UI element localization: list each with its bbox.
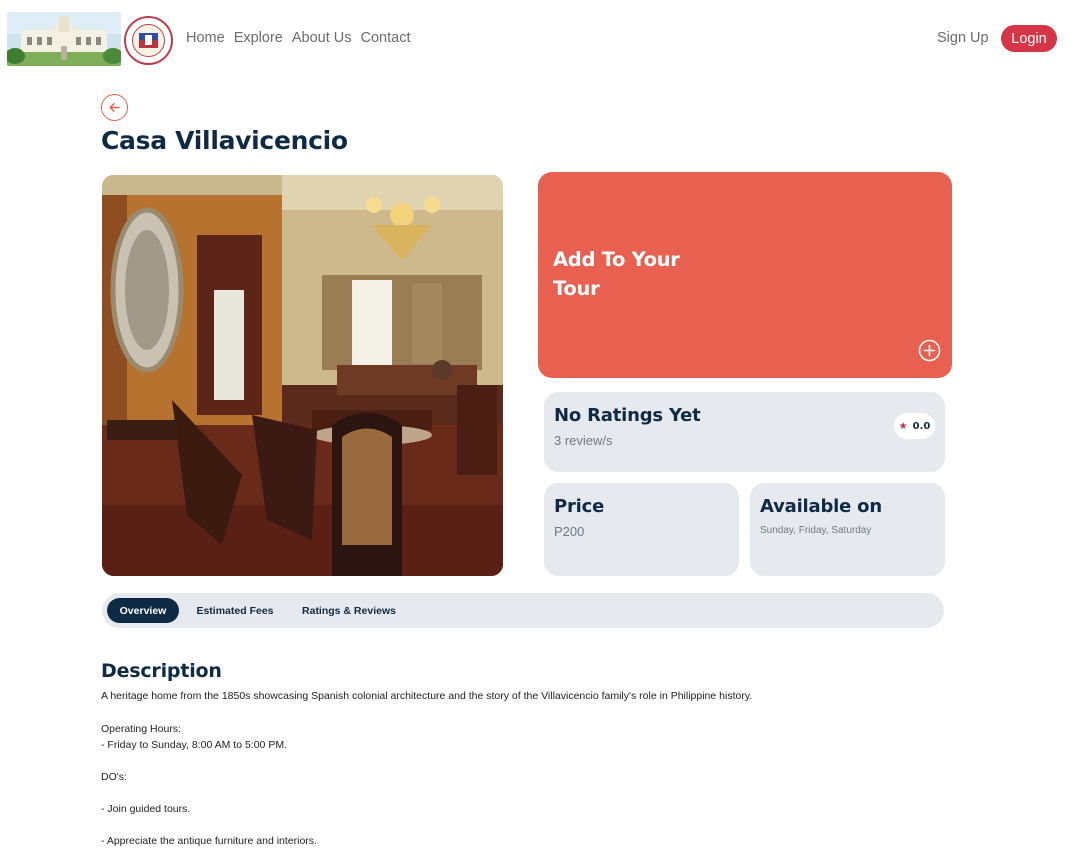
place-photo [102, 175, 503, 576]
navbar: Home Explore About Us Contact Sign Up Lo… [0, 0, 1071, 76]
add-to-tour-card[interactable]: Add To Your Tour [538, 172, 952, 378]
nav-links: Home Explore About Us Contact [186, 30, 420, 46]
nav-home-link[interactable]: Home [186, 30, 225, 46]
add-to-tour-button[interactable] [918, 339, 941, 362]
description-heading: Description [101, 660, 222, 682]
price-card: Price P200 [544, 483, 739, 576]
operating-hours-label: Operating Hours: [101, 723, 181, 735]
tab-estimated-fees[interactable]: Estimated Fees [190, 598, 280, 623]
availability-heading: Available on [760, 496, 882, 517]
back-button[interactable] [101, 94, 128, 121]
do-item: - Join guided tours. [101, 803, 191, 815]
login-button[interactable]: Login [1001, 25, 1057, 52]
do-item: - Appreciate the antique furniture and i… [101, 835, 317, 847]
page-title: Casa Villavicencio [101, 126, 348, 155]
operating-hours-value: - Friday to Sunday, 8:00 AM to 5:00 PM. [101, 739, 287, 751]
tab-ratings-reviews[interactable]: Ratings & Reviews [297, 598, 401, 623]
detail-tabs: Overview Estimated Fees Ratings & Review… [102, 593, 944, 628]
arrow-left-icon [109, 103, 120, 112]
tab-overview[interactable]: Overview [107, 598, 179, 623]
review-count: 3 review/s [554, 433, 613, 448]
nav-contact-link[interactable]: Contact [361, 30, 411, 46]
municipal-seal-logo[interactable] [124, 16, 173, 65]
plus-circle-icon [918, 339, 941, 362]
price-heading: Price [554, 496, 605, 517]
rating-score: 0.0 [912, 420, 931, 432]
availability-days: Sunday, Friday, Saturday [760, 525, 872, 536]
nav-about-link[interactable]: About Us [292, 30, 352, 46]
description-summary: A heritage home from the 1850s showcasin… [101, 690, 753, 702]
nav-explore-link[interactable]: Explore [234, 30, 283, 46]
dos-label: DO's: [101, 771, 127, 783]
signup-link[interactable]: Sign Up [937, 30, 989, 46]
rating-badge: ★ 0.0 [894, 413, 935, 439]
price-value: P200 [554, 524, 585, 539]
star-icon: ★ [898, 420, 908, 432]
ratings-heading: No Ratings Yet [554, 405, 701, 426]
availability-card: Available on Sunday, Friday, Saturday [750, 483, 945, 576]
add-to-tour-label: Add To Your Tour [553, 248, 680, 300]
ratings-summary-card: No Ratings Yet 3 review/s ★ 0.0 [544, 392, 945, 472]
town-hall-logo-image[interactable] [7, 12, 121, 66]
